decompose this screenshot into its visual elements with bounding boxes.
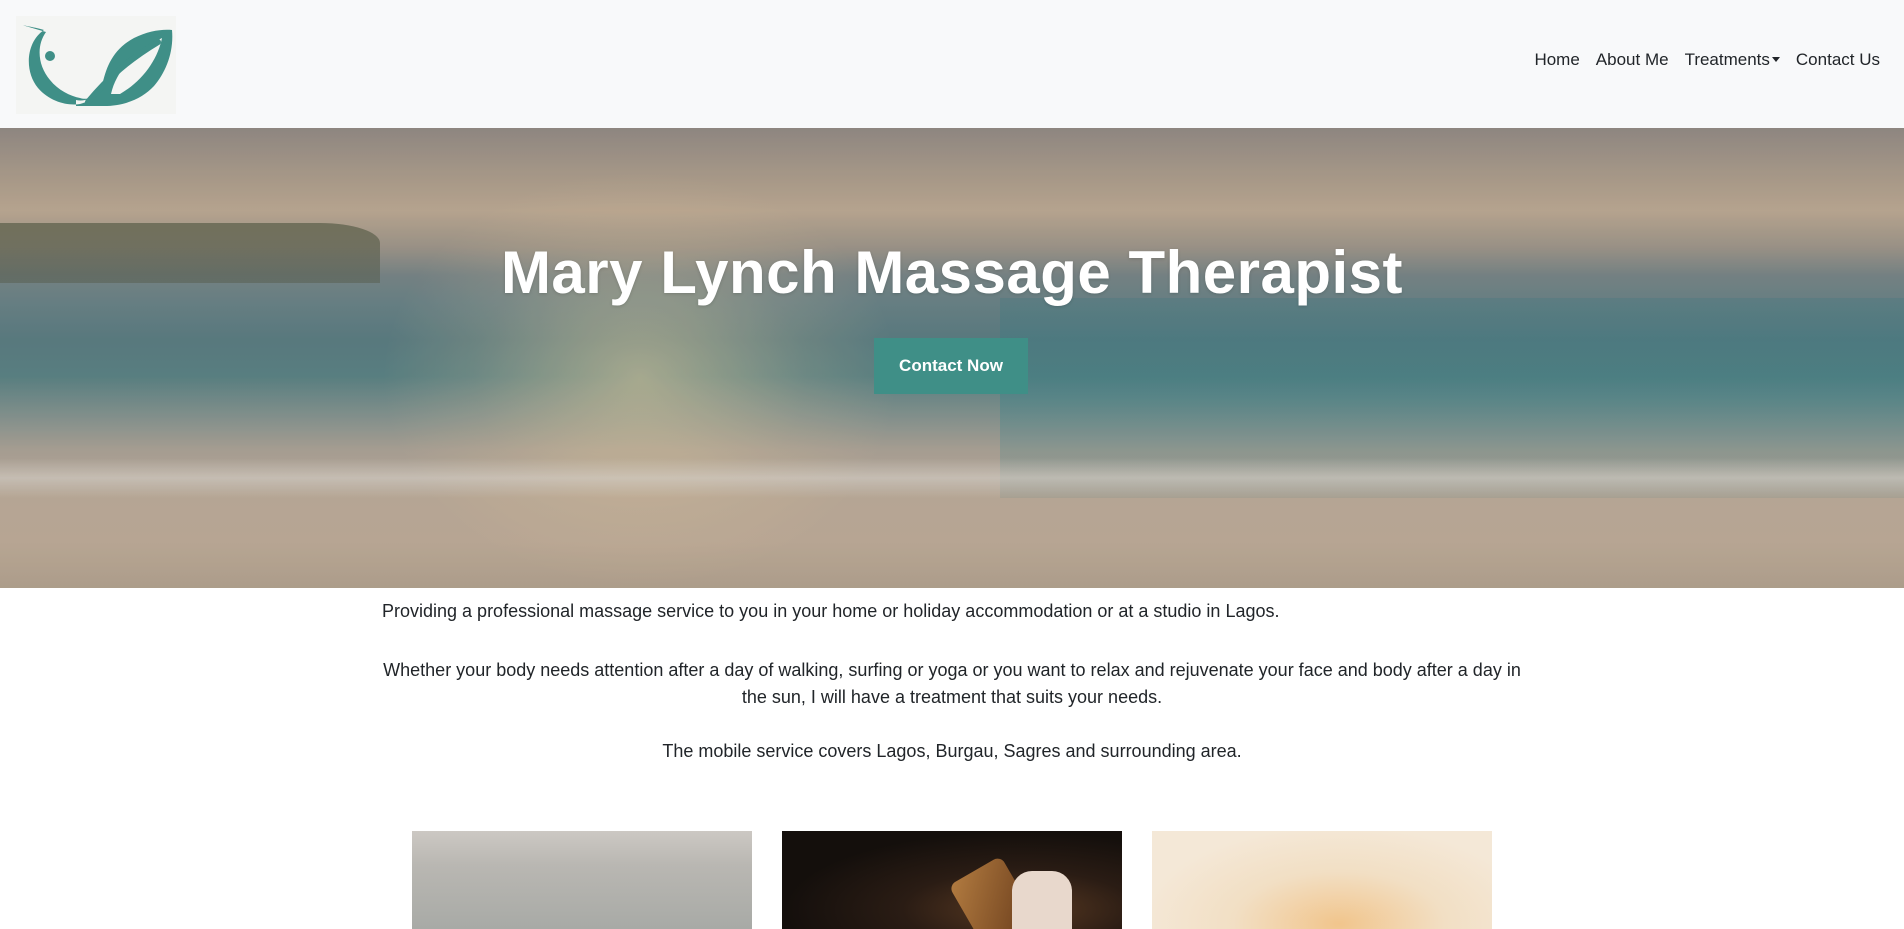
logo-link[interactable] [16,16,176,114]
treatment-card-image-2[interactable] [782,831,1122,929]
nav-treatments-dropdown[interactable]: Treatments [1685,50,1780,70]
intro-paragraph-3: The mobile service covers Lagos, Burgau,… [662,741,1242,761]
hero-section: Mary Lynch Massage Therapist Contact Now [0,128,1904,588]
treatment-card-image-3[interactable] [1152,831,1492,929]
top-navbar: Home About Me Treatments Contact Us [0,0,1904,128]
nav-home[interactable]: Home [1534,50,1579,70]
nav-contact-us[interactable]: Contact Us [1796,50,1880,70]
nav-about-me[interactable]: About Me [1596,50,1669,70]
nav-treatments-label: Treatments [1684,50,1770,69]
caret-down-icon [1771,56,1780,62]
main-nav: Home About Me Treatments Contact Us [1534,50,1880,70]
intro-paragraph-2: Whether your body needs attention after … [383,660,1521,707]
hero-title: Mary Lynch Massage Therapist [500,239,1404,306]
contact-now-button[interactable]: Contact Now [874,338,1028,394]
intro-paragraph-1: Providing a professional massage service… [382,601,1280,621]
hand-image [1012,871,1072,929]
logo-eye-icon [45,51,55,61]
treatment-card-image-1[interactable] [412,831,752,929]
leaf-bird-logo-icon [22,25,173,106]
